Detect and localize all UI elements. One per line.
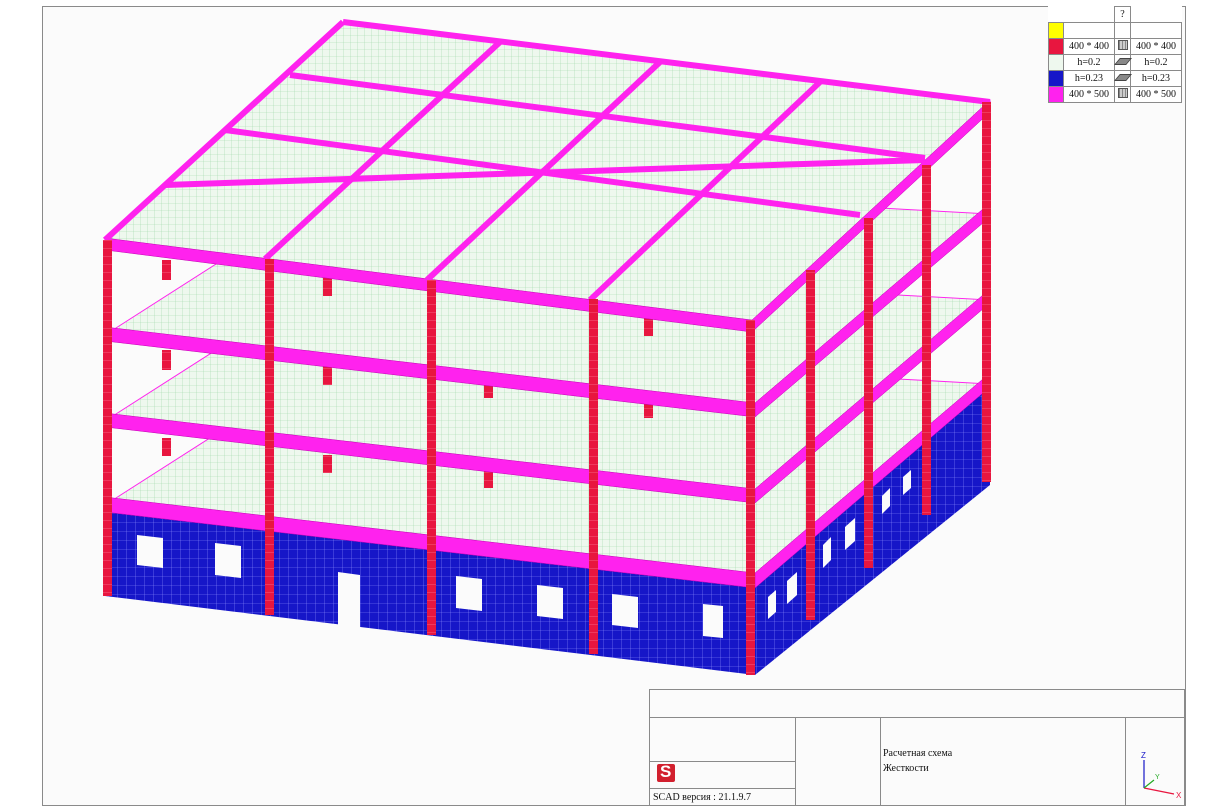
unknown-type-icon [1114, 22, 1131, 39]
legend-swatch [1048, 38, 1064, 55]
legend-right-label: 400 * 500 [1130, 86, 1182, 103]
legend-swatch [1048, 86, 1064, 103]
version-label: SCAD версия : 21.1.9.7 [653, 792, 751, 803]
axis-x-label: X [1176, 791, 1182, 800]
legend-header-row: ? [1049, 6, 1182, 23]
bar-section-icon [1114, 38, 1131, 55]
legend-right-label: h=0.2 [1130, 54, 1182, 71]
scheme-subtitle: Жесткости [883, 763, 929, 774]
title-block: Расчетная схема Жесткости SCAD версия : … [649, 689, 1185, 806]
legend-label: 400 * 400 [1063, 38, 1115, 55]
stiffness-legend: ? 400 * 400 400 * 400 h=0.2 h=0.2 h=0.23… [1048, 6, 1182, 103]
legend-label: h=0.23 [1063, 70, 1115, 87]
legend-row[interactable]: 400 * 500 400 * 500 [1048, 86, 1182, 103]
legend-right-label: h=0.23 [1130, 70, 1182, 87]
bar-section-icon [1114, 86, 1131, 103]
axis-y-label: Y [1155, 774, 1160, 781]
legend-label: h=0.2 [1063, 54, 1115, 71]
legend-row[interactable]: 400 * 400 400 * 400 [1048, 38, 1182, 55]
scheme-title: Расчетная схема [883, 748, 953, 759]
legend-row[interactable] [1048, 22, 1182, 39]
legend-swatch [1048, 22, 1064, 39]
plate-icon [1113, 70, 1132, 87]
axis-z-label: Z [1141, 751, 1146, 760]
legend-right-label: 400 * 400 [1130, 38, 1182, 55]
legend-right-label [1130, 22, 1182, 39]
legend-label: 400 * 500 [1063, 86, 1115, 103]
axis-triad-icon: Z X Y [1141, 751, 1182, 800]
legend-label [1063, 22, 1115, 39]
legend-row[interactable]: h=0.23 h=0.23 [1048, 70, 1182, 87]
legend-swatch [1048, 54, 1064, 71]
legend-row[interactable]: h=0.2 h=0.2 [1048, 54, 1182, 71]
legend-swatch [1048, 70, 1064, 87]
legend-header: ? [1114, 6, 1131, 23]
plate-icon [1113, 54, 1132, 71]
scad-logo-icon [657, 762, 675, 782]
